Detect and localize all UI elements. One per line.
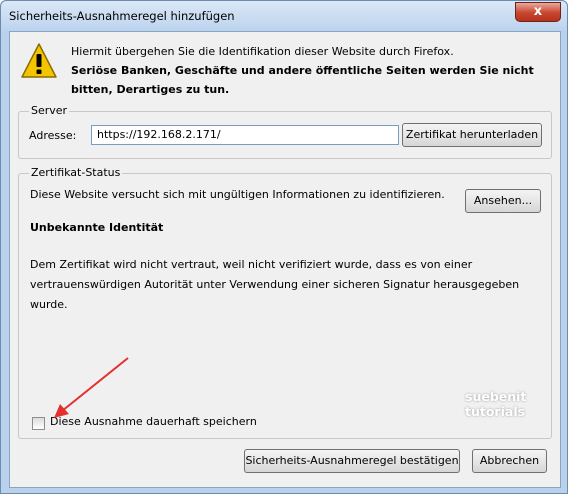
intro-warning: Seriöse Banken, Geschäfte und andere öff… [71, 64, 534, 96]
dialog-content: Hiermit übergehen Sie die Identifikation… [9, 31, 561, 488]
warning-icon [21, 43, 57, 78]
address-input[interactable]: https://192.168.2.171/ [91, 125, 399, 145]
certificate-legend: Zertifikat-Status [29, 166, 123, 179]
server-legend: Server [29, 104, 70, 117]
title-bar[interactable]: Sicherheits-Ausnahmeregel hinzufügen x [1, 1, 567, 31]
watermark-line: suebenit [465, 389, 527, 404]
cancel-button[interactable]: Abbrechen [472, 449, 547, 473]
identity-heading: Unbekannte Identität [30, 221, 164, 234]
server-group: Server Adresse: https://192.168.2.171/ Z… [18, 104, 552, 159]
certificate-description: Dem Zertifikat wird nicht vertraut, weil… [30, 258, 520, 311]
watermark-line: tutorials [465, 404, 526, 419]
window-title: Sicherheits-Ausnahmeregel hinzufügen [9, 9, 235, 23]
intro-text: Hiermit übergehen Sie die Identifikation… [71, 42, 551, 99]
view-certificate-button[interactable]: Ansehen... [465, 189, 541, 213]
download-certificate-button[interactable]: Zertifikat herunterladen [402, 123, 542, 147]
red-arrow-annotation [54, 357, 129, 418]
address-label: Adresse: [29, 129, 77, 142]
certificate-info: Diese Website versucht sich mit ungültig… [30, 188, 445, 201]
close-button[interactable]: x [515, 2, 561, 22]
watermark: suebenit tutorials [465, 389, 526, 419]
dialog-window: Sicherheits-Ausnahmeregel hinzufügen x H… [0, 0, 568, 494]
confirm-exception-button[interactable]: Sicherheits-Ausnahmeregel bestätigen [244, 449, 460, 473]
intro-line: Hiermit übergehen Sie die Identifikation… [71, 45, 454, 58]
